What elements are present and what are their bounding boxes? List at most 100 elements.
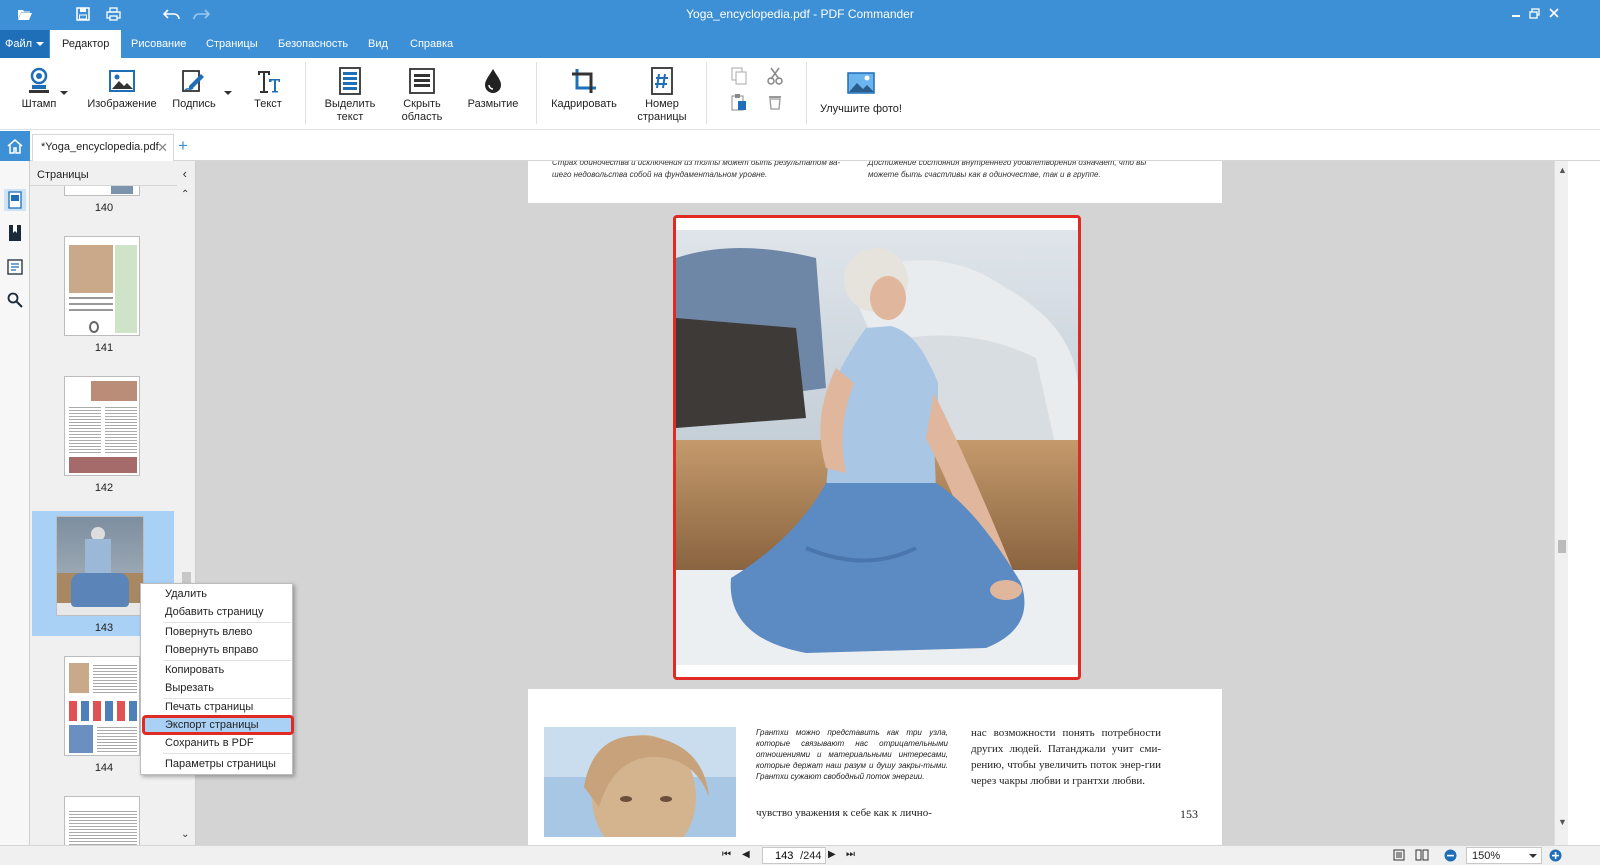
document-tab[interactable]: *Yoga_encyclopedia.pdf ✕ bbox=[32, 134, 174, 161]
document-tab-bar: *Yoga_encyclopedia.pdf ✕ + bbox=[0, 131, 1600, 161]
page-number-button[interactable]: Номер страницы bbox=[632, 66, 692, 124]
add-tab-icon[interactable]: + bbox=[178, 136, 188, 156]
text-label: Текст bbox=[254, 98, 282, 110]
page-context-menu: Удалить Добавить страницу Повернуть влев… bbox=[140, 583, 294, 775]
signature-label: Подпись bbox=[172, 98, 216, 110]
menu-item-add-page[interactable]: Добавить страницу bbox=[165, 606, 263, 618]
two-page-view-icon[interactable] bbox=[1415, 849, 1429, 864]
selected-page-image[interactable] bbox=[673, 215, 1081, 680]
stamp-label: Штамп bbox=[21, 98, 57, 110]
ribbon-toolbar: Штамп Изображение Подпись Текст Выделить… bbox=[0, 58, 1600, 130]
restore-icon[interactable] bbox=[1526, 5, 1542, 21]
close-icon[interactable] bbox=[1546, 5, 1562, 21]
bookmarks-icon[interactable] bbox=[4, 222, 26, 244]
menu-item-copy[interactable]: Копировать bbox=[165, 664, 224, 676]
chevron-down-icon bbox=[1529, 854, 1537, 858]
menu-item-cut[interactable]: Вырезать bbox=[165, 682, 214, 694]
page-text: Страх одиночества и исключения из толпы … bbox=[552, 161, 841, 179]
blur-button[interactable]: Размытие bbox=[464, 66, 522, 111]
next-page-top: Грантхи можно представить как три узла, … bbox=[528, 689, 1222, 845]
pages-view-icon[interactable] bbox=[4, 189, 26, 211]
zoom-select[interactable]: 150% bbox=[1466, 847, 1542, 864]
scroll-up-icon[interactable]: ⌃ bbox=[181, 189, 189, 200]
drop-icon bbox=[464, 66, 522, 96]
thumbnail-image bbox=[64, 236, 140, 336]
tab-drawing[interactable]: Рисование bbox=[119, 30, 198, 58]
enhance-photo-label: Улучшите фото! bbox=[820, 103, 902, 115]
menu-item-save-pdf[interactable]: Сохранить в PDF bbox=[165, 737, 254, 749]
minimize-icon[interactable] bbox=[1508, 5, 1524, 21]
menu-item-delete[interactable]: Удалить bbox=[165, 588, 207, 600]
menu-separator bbox=[163, 660, 291, 661]
close-tab-icon[interactable]: ✕ bbox=[157, 140, 168, 156]
image-button[interactable]: Изображение bbox=[86, 66, 158, 111]
scroll-thumb[interactable] bbox=[1558, 540, 1566, 553]
total-pages: /244 bbox=[800, 850, 822, 862]
pages-panel-title: Страницы bbox=[37, 169, 89, 181]
zoom-in-icon[interactable] bbox=[1549, 849, 1562, 865]
page-text: Достижение состояния внутреннего удовлет… bbox=[868, 161, 1147, 179]
hide-area-button[interactable]: Скрыть область bbox=[396, 66, 448, 124]
page-number-label: Номер страницы bbox=[637, 98, 687, 123]
page-column-text: чувство уважения к себе как к лично- bbox=[756, 807, 932, 819]
signature-button[interactable]: Подпись bbox=[168, 66, 220, 111]
viewer-scrollbar[interactable]: ▲ ▼ bbox=[1554, 161, 1568, 845]
yoga-photo bbox=[676, 218, 1078, 677]
text-icon bbox=[247, 66, 289, 96]
printed-page-number: 153 bbox=[1180, 807, 1198, 821]
menu-item-page-settings[interactable]: Параметры страницы bbox=[165, 758, 276, 770]
notes-icon[interactable] bbox=[4, 256, 26, 278]
stamp-button[interactable]: Штамп bbox=[14, 66, 64, 111]
tab-pages[interactable]: Страницы bbox=[194, 30, 270, 58]
signature-dropdown-caret[interactable] bbox=[224, 91, 232, 95]
scroll-up-icon[interactable]: ▲ bbox=[1558, 165, 1567, 175]
paste-icon[interactable] bbox=[728, 92, 750, 112]
cut-icon[interactable] bbox=[764, 66, 786, 86]
page-navigator: /244 bbox=[762, 847, 826, 864]
select-text-button[interactable]: Выделить текст bbox=[320, 66, 380, 124]
document-viewer[interactable]: Страх одиночества и исключения из толпы … bbox=[196, 161, 1554, 845]
menu-item-rotate-left[interactable]: Повернуть влево bbox=[165, 626, 252, 638]
trash-icon[interactable] bbox=[764, 92, 786, 112]
tab-editor[interactable]: Редактор bbox=[50, 30, 122, 58]
home-button[interactable] bbox=[0, 131, 30, 161]
hide-area-icon bbox=[396, 66, 448, 96]
copy-icon[interactable] bbox=[728, 66, 750, 86]
tab-view[interactable]: Вид bbox=[356, 30, 400, 58]
ribbon-separator bbox=[706, 62, 707, 124]
thumbnail-number: 140 bbox=[94, 202, 114, 214]
zoom-value: 150% bbox=[1472, 850, 1501, 862]
page-number-icon bbox=[632, 66, 692, 96]
hide-area-label: Скрыть область bbox=[401, 98, 443, 123]
image-icon bbox=[86, 66, 158, 96]
current-page-input[interactable] bbox=[775, 850, 797, 862]
thumbnail-number: 142 bbox=[94, 482, 114, 494]
menu-item-rotate-right[interactable]: Повернуть вправо bbox=[165, 644, 258, 656]
stamp-dropdown-caret[interactable] bbox=[60, 91, 68, 95]
scroll-down-icon[interactable]: ⌄ bbox=[181, 829, 189, 840]
crop-button[interactable]: Кадрировать bbox=[550, 66, 618, 111]
menu-item-print-page[interactable]: Печать страницы bbox=[165, 701, 253, 713]
menu-separator bbox=[163, 622, 291, 623]
search-icon[interactable] bbox=[4, 289, 26, 311]
menu-separator bbox=[163, 698, 291, 699]
last-page-icon[interactable]: ⏭ bbox=[846, 849, 855, 860]
prev-page-icon[interactable]: ◀ bbox=[742, 849, 750, 860]
thumbnail-image bbox=[56, 516, 144, 616]
text-button[interactable]: Текст bbox=[247, 66, 289, 111]
left-tool-strip bbox=[0, 161, 30, 845]
photo-icon bbox=[820, 68, 902, 98]
tab-help[interactable]: Справка bbox=[398, 30, 465, 58]
stamp-icon bbox=[14, 66, 64, 96]
first-page-icon[interactable]: ⏮ bbox=[722, 849, 731, 860]
next-page-icon[interactable]: ▶ bbox=[828, 849, 836, 860]
tab-security[interactable]: Безопасность bbox=[266, 30, 360, 58]
zoom-out-icon[interactable] bbox=[1444, 849, 1457, 865]
crop-icon bbox=[550, 66, 618, 96]
chevron-left-icon[interactable]: ‹ bbox=[183, 166, 187, 181]
file-menu-button[interactable]: Файл bbox=[0, 30, 49, 58]
single-page-view-icon[interactable] bbox=[1393, 849, 1405, 864]
enhance-photo-button[interactable]: Улучшите фото! bbox=[820, 68, 902, 116]
crop-label: Кадрировать bbox=[551, 98, 617, 110]
scroll-down-icon[interactable]: ▼ bbox=[1558, 817, 1567, 827]
